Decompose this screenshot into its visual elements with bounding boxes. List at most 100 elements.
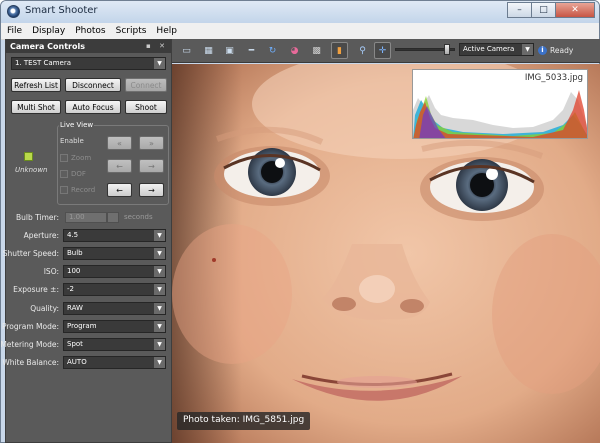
quality-select[interactable]: RAW ▼ <box>63 302 166 315</box>
camera-select-value: 1. TEST Camera <box>15 59 72 67</box>
grid-view-icon[interactable]: ▦ <box>202 44 215 57</box>
chevron-down-icon: ▼ <box>154 58 165 69</box>
zoom-label: Zoom <box>71 154 92 162</box>
camera-controls-panel: Camera Controls ▪ ✕ 1. TEST Camera ▼ Ref… <box>0 39 172 443</box>
chevron-down-icon: ▼ <box>154 284 165 295</box>
close-button[interactable]: ✕ <box>555 2 595 18</box>
photo-toolbar: ▭ ▦ ▣ ━ ↻ ◕ ▩ ▮ ⚲ ✛ <box>172 39 600 63</box>
exposure-select[interactable]: -2 ▼ <box>63 283 166 296</box>
chevron-down-icon: ▼ <box>154 266 165 277</box>
menu-help[interactable]: Help <box>156 26 177 36</box>
monitor-icon[interactable]: ▭ <box>180 44 193 57</box>
bulb-timer-label: Bulb Timer: <box>16 213 59 222</box>
app-logo-icon <box>7 5 20 18</box>
refresh-icon[interactable]: ↻ <box>266 44 279 57</box>
zoom-checkbox[interactable]: Zoom <box>60 154 91 162</box>
program-mode-select[interactable]: Program ▼ <box>63 320 166 333</box>
focus-far-left-button[interactable]: « <box>107 136 132 150</box>
histogram-filename: IMG_5033.jpg <box>524 73 583 83</box>
shutter-speed-select[interactable]: Bulb ▼ <box>63 247 166 260</box>
exposure-value: -2 <box>67 285 74 293</box>
auto-focus-button[interactable]: Auto Focus <box>65 100 121 114</box>
chevron-down-icon: ▼ <box>154 339 165 350</box>
aperture-select[interactable]: 4.5 ▼ <box>63 229 166 242</box>
program-mode-value: Program <box>67 322 97 330</box>
camera-select[interactable]: 1. TEST Camera ▼ <box>11 57 166 70</box>
shoot-button[interactable]: Shoot <box>125 100 167 114</box>
white-balance-label: White Balance: <box>2 358 59 367</box>
magnifier-icon[interactable]: ⚲ <box>356 44 369 57</box>
camera-status-label: Unknown <box>15 166 48 174</box>
minus-icon[interactable]: ━ <box>245 44 258 57</box>
disconnect-button[interactable]: Disconnect <box>65 78 121 92</box>
menu-file[interactable]: File <box>7 26 22 36</box>
zoom-slider-thumb[interactable] <box>444 44 450 55</box>
camera-filter-select[interactable]: Active Camera ▼ <box>459 43 534 56</box>
live-view-enable[interactable]: Enable <box>60 137 84 145</box>
chevron-down-icon: ▼ <box>154 321 165 332</box>
camera-filter-value: Active Camera <box>463 45 515 53</box>
chevron-down-icon: ▼ <box>154 230 165 241</box>
chevron-down-icon: ▼ <box>154 248 165 259</box>
bulb-timer-unit: seconds <box>124 213 153 221</box>
chevron-down-icon: ▼ <box>522 44 533 55</box>
white-balance-value: AUTO <box>67 358 87 366</box>
maximize-button[interactable]: □ <box>531 2 556 18</box>
photo-caption: Photo taken: IMG_5851.jpg <box>177 412 311 430</box>
quality-label: Quality: <box>30 304 59 313</box>
metering-mode-label: Metering Mode: <box>0 340 59 349</box>
enable-label: Enable <box>60 137 84 145</box>
menu-scripts[interactable]: Scripts <box>116 26 147 36</box>
focus-target-icon[interactable]: ✛ <box>374 42 391 59</box>
refresh-list-button[interactable]: Refresh List <box>11 78 61 92</box>
iso-select[interactable]: 100 ▼ <box>63 265 166 278</box>
bulb-timer-input[interactable]: 1.00 <box>65 212 107 223</box>
minimize-button[interactable]: – <box>507 2 532 18</box>
camera-status-icon <box>24 152 33 161</box>
color-wheel-icon[interactable]: ◕ <box>288 44 301 57</box>
panel-title: Camera Controls <box>10 42 85 51</box>
zoom-checkbox-box[interactable] <box>60 154 68 162</box>
dof-checkbox[interactable]: DOF <box>60 170 86 178</box>
single-view-icon[interactable]: ▣ <box>223 44 236 57</box>
aperture-value: 4.5 <box>67 231 79 239</box>
focus-step-right-button[interactable]: → <box>139 183 164 197</box>
window-title: Smart Shooter <box>25 5 98 16</box>
quality-value: RAW <box>67 304 83 312</box>
live-view-title: Live View <box>59 121 95 129</box>
focus-far-right-button[interactable]: » <box>139 136 164 150</box>
focus-right-button[interactable]: → <box>139 159 164 173</box>
info-icon: i <box>538 46 547 55</box>
dof-label: DOF <box>71 170 86 178</box>
chevron-down-icon: ▼ <box>154 357 165 368</box>
metering-mode-value: Spot <box>67 340 83 348</box>
chevron-down-icon: ▼ <box>154 303 165 314</box>
menu-display[interactable]: Display <box>32 26 65 36</box>
program-mode-label: Program Mode: <box>2 322 59 331</box>
exposure-label: Exposure ±: <box>13 285 59 294</box>
white-balance-select[interactable]: AUTO ▼ <box>63 356 166 369</box>
menu-photos[interactable]: Photos <box>75 26 105 36</box>
histogram-icon[interactable]: ▮ <box>331 42 348 59</box>
multi-shot-button[interactable]: Multi Shot <box>11 100 61 114</box>
shutter-speed-label: Shutter Speed: <box>2 249 59 258</box>
focus-left-button[interactable]: ← <box>107 159 132 173</box>
iso-label: ISO: <box>43 267 59 276</box>
record-label: Record <box>71 186 96 194</box>
dof-checkbox-box[interactable] <box>60 170 68 178</box>
record-checkbox[interactable]: Record <box>60 186 95 194</box>
record-checkbox-box[interactable] <box>60 186 68 194</box>
grid-overlay-icon[interactable]: ▩ <box>310 44 323 57</box>
window-controls: – □ ✕ <box>507 2 595 18</box>
metering-mode-select[interactable]: Spot ▼ <box>63 338 166 351</box>
shutter-speed-value: Bulb <box>67 249 83 257</box>
iso-value: 100 <box>67 267 81 275</box>
connect-button[interactable]: Connect <box>125 78 167 92</box>
panel-float-close-icons[interactable]: ▪ ✕ <box>146 42 168 50</box>
title-bar[interactable]: Smart Shooter – □ ✕ <box>1 1 599 23</box>
aperture-label: Aperture: <box>23 231 59 240</box>
focus-step-left-button[interactable]: ← <box>107 183 132 197</box>
histogram-panel: IMG_5033.jpg <box>412 69 588 139</box>
status-text: Ready <box>550 46 574 55</box>
bulb-timer-spinner[interactable] <box>107 212 119 223</box>
